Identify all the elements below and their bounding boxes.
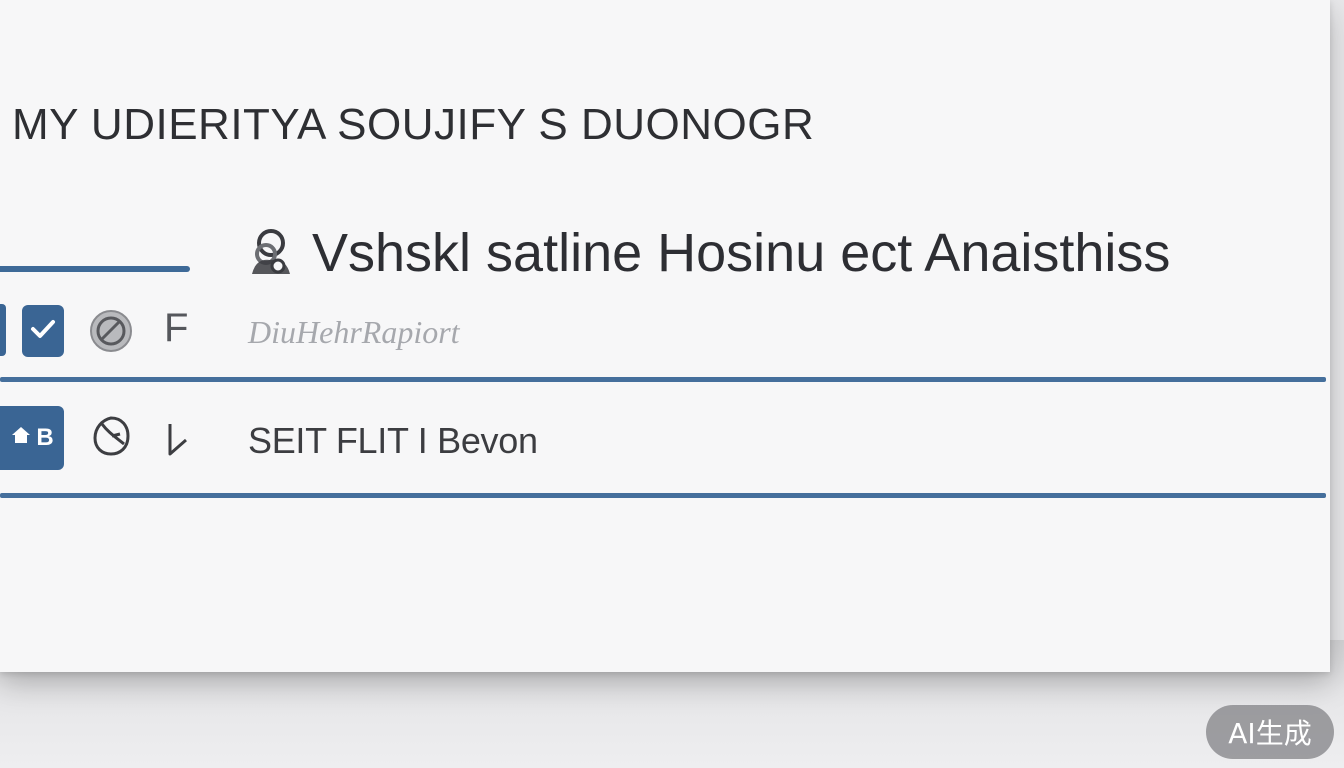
ai-generated-watermark: AI生成	[1206, 705, 1334, 759]
home-button[interactable]: B	[0, 406, 64, 470]
active-tab-indicator[interactable]	[0, 266, 190, 272]
user-group-icon	[246, 226, 296, 278]
globe-icon[interactable]	[90, 414, 132, 458]
row-2-label[interactable]: SEIT FLIT I Bevon	[248, 420, 538, 462]
checkmark-icon	[30, 318, 56, 345]
app-title: MY UDIERITYA SOUJIFY S DUONOGR	[12, 100, 815, 149]
main-panel: MY UDIERITYA SOUJIFY S DUONOGR Vshskl sa…	[0, 0, 1330, 672]
row-1-label[interactable]: DiuHehrRapiort	[248, 314, 460, 351]
home-button-label: B	[36, 424, 54, 451]
arrow-icon[interactable]	[162, 420, 192, 458]
section-title: Vshskl satline Hosinu ect Anaisthiss	[312, 223, 1171, 283]
row-1-checkbox[interactable]	[22, 305, 64, 357]
disabled-circle-icon[interactable]	[88, 308, 134, 354]
row-1-letter: F	[164, 306, 189, 350]
home-icon	[10, 424, 32, 453]
row-divider	[0, 377, 1326, 382]
row-divider	[0, 493, 1326, 498]
row-1-select-handle[interactable]	[0, 304, 6, 356]
